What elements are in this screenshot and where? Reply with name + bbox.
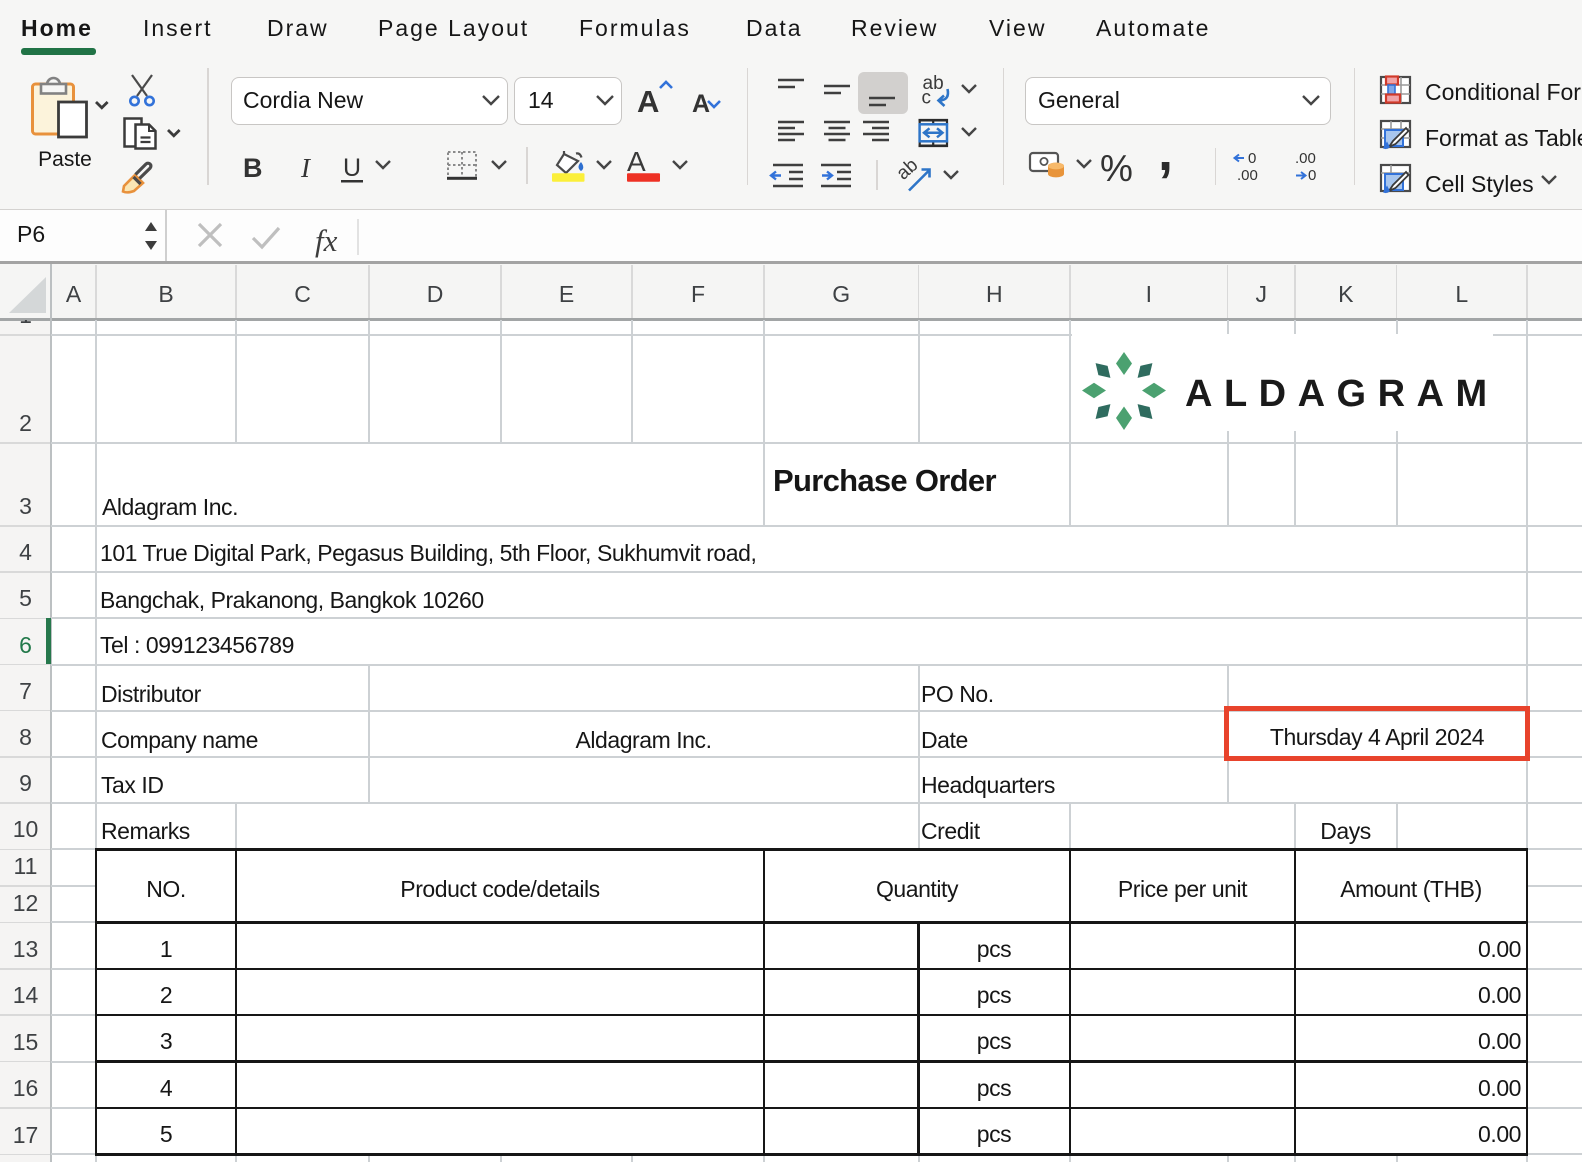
svg-text:U: U — [343, 154, 361, 182]
svg-text:,: , — [1158, 122, 1173, 182]
svg-text:0: 0 — [1308, 167, 1316, 184]
svg-text:%: % — [1100, 148, 1133, 189]
svg-text:c: c — [922, 88, 932, 109]
svg-text:A: A — [637, 84, 659, 119]
svg-text:A: A — [692, 90, 710, 118]
svg-text:fx: fx — [315, 223, 338, 258]
svg-text:.00: .00 — [1295, 150, 1316, 167]
svg-text:A: A — [627, 146, 646, 177]
svg-text:.00: .00 — [1237, 167, 1258, 184]
svg-text:B: B — [243, 153, 263, 183]
svg-text:I: I — [300, 153, 312, 183]
svg-text:0: 0 — [1248, 150, 1256, 167]
